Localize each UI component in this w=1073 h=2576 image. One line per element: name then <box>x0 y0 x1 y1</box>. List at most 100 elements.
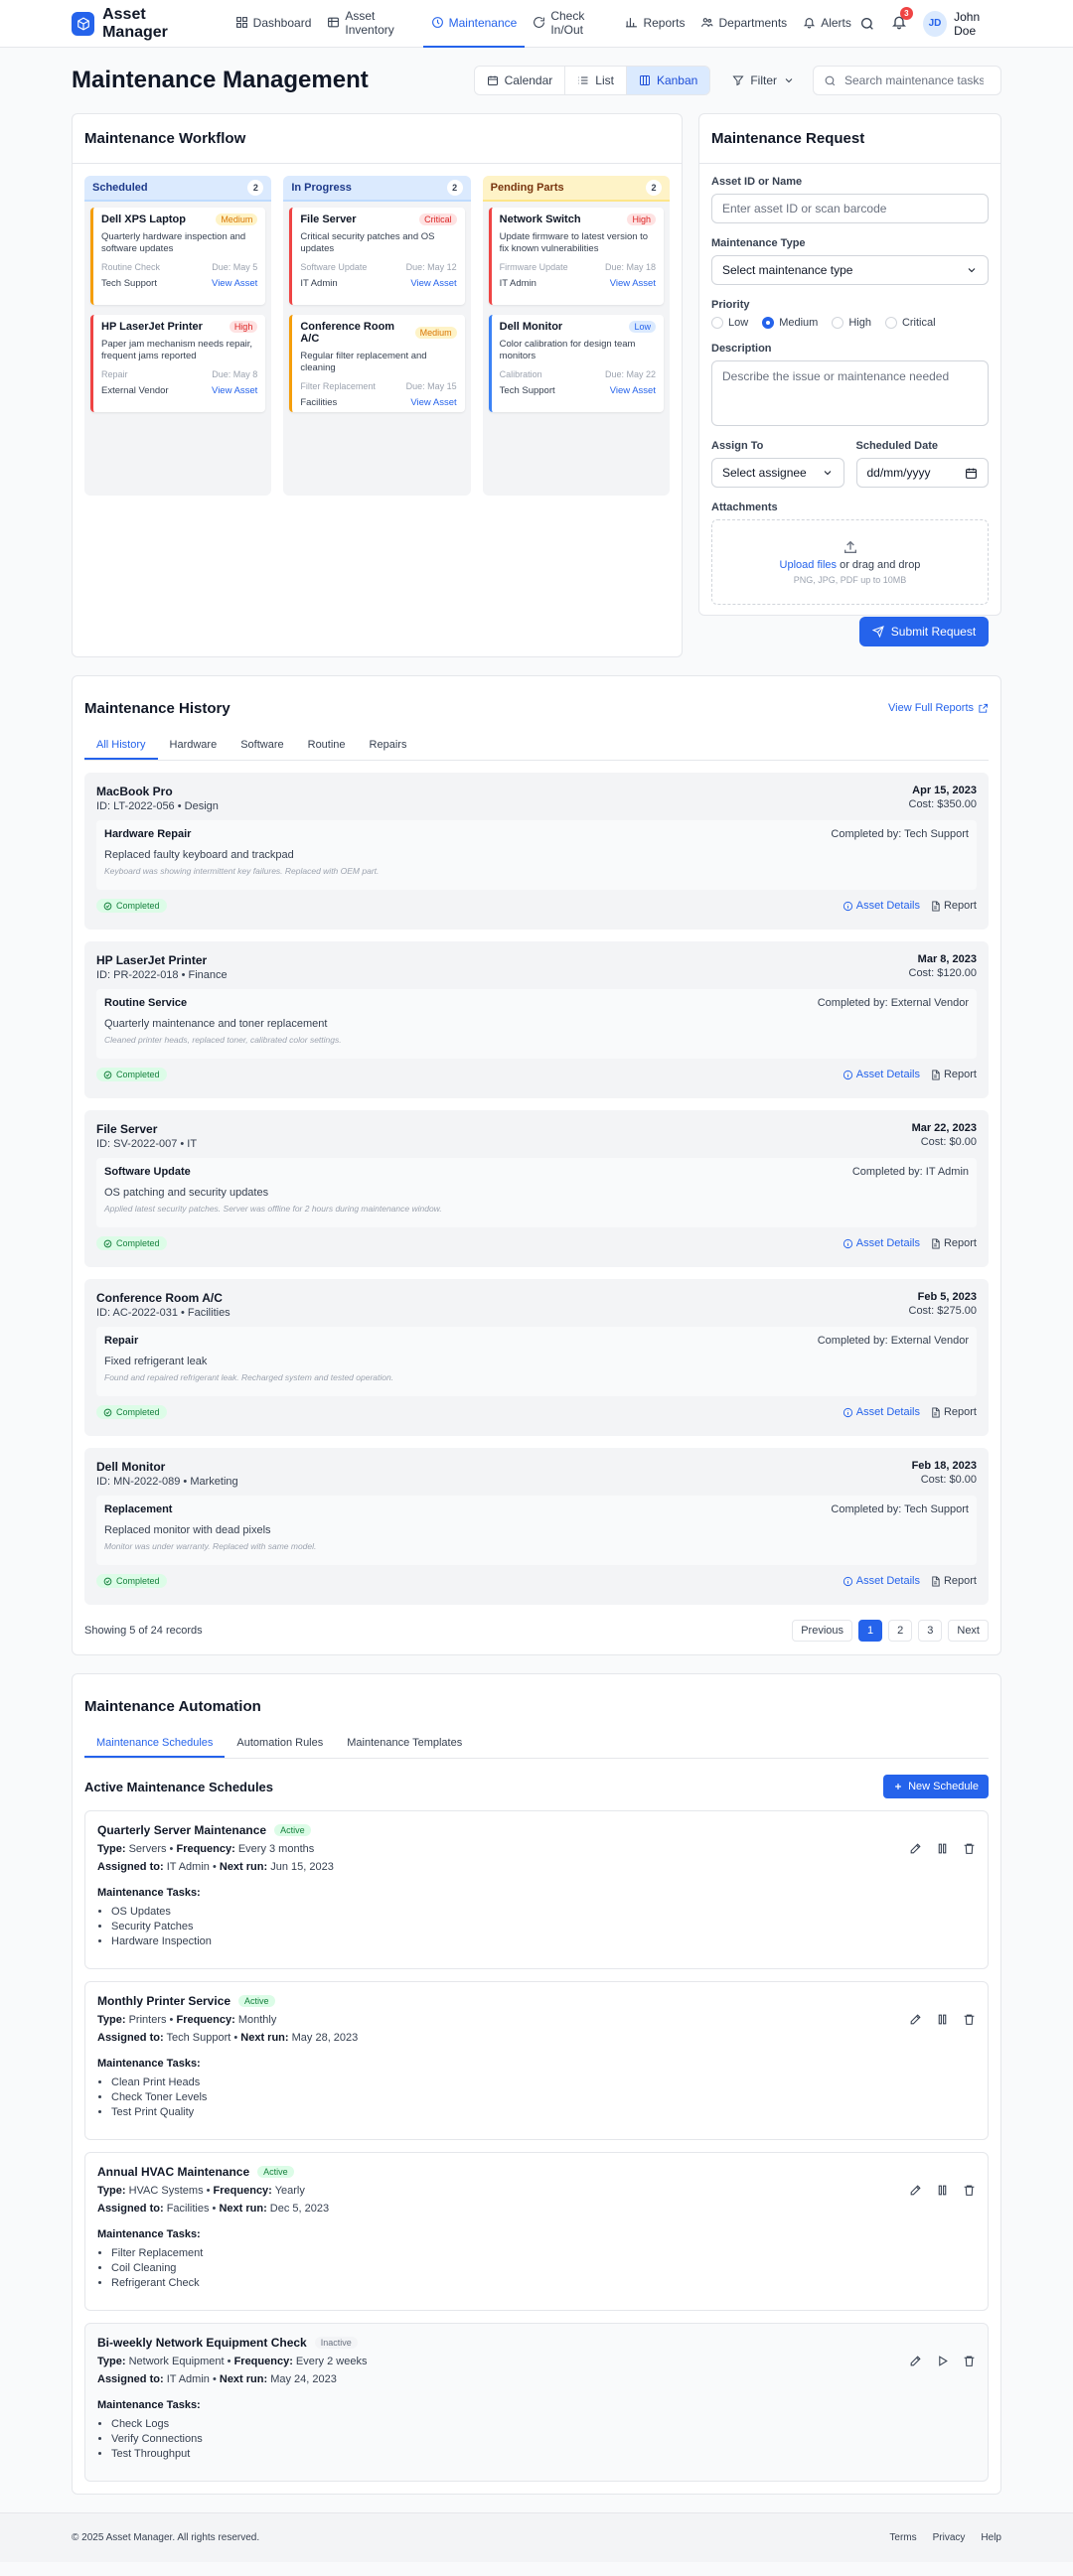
nav-label: Dashboard <box>252 15 312 30</box>
page-button-1[interactable]: 1 <box>858 1620 883 1642</box>
asset-id-input[interactable]: Enter asset ID or scan barcode <box>711 194 989 223</box>
report-link[interactable]: Report <box>930 1406 977 1418</box>
upload-files-link[interactable]: Upload files <box>780 559 837 571</box>
page-button-3[interactable]: 3 <box>918 1620 943 1642</box>
trash-icon[interactable] <box>963 2336 976 2385</box>
priority-radio-high[interactable]: High <box>832 317 871 329</box>
footer-link-terms[interactable]: Terms <box>889 2532 916 2543</box>
kanban-card[interactable]: Network Switch High Update firmware to la… <box>488 208 664 305</box>
filter-icon <box>732 74 744 86</box>
history-note: Cleaned printer heads, replaced toner, c… <box>104 1035 342 1045</box>
history-item: MacBook Pro ID: LT-2022-056 • Design Apr 1… <box>84 773 989 930</box>
submit-request-button[interactable]: Submit Request <box>859 617 989 646</box>
view-asset-link[interactable]: View Asset <box>212 385 257 396</box>
schedule-status-badge: Active <box>238 1995 275 2007</box>
tab-all-history[interactable]: All History <box>84 732 158 760</box>
view-asset-link[interactable]: View Asset <box>212 278 257 289</box>
report-link[interactable]: Report <box>930 1069 977 1080</box>
tab-hardware[interactable]: Hardware <box>158 732 230 760</box>
kanban-card[interactable]: HP LaserJet Printer High Paper jam mechan… <box>90 315 266 412</box>
tab-software[interactable]: Software <box>229 732 295 760</box>
kanban-card[interactable]: File Server Critical Critical security pa… <box>289 208 465 305</box>
play-icon[interactable] <box>936 2336 949 2385</box>
file-dropzone[interactable]: Upload files or drag and drop PNG, JPG, … <box>711 519 989 605</box>
tab-automation-rules[interactable]: Automation Rules <box>225 1730 335 1758</box>
filter-button[interactable]: Filter <box>722 66 805 95</box>
priority-radio-low[interactable]: Low <box>711 317 748 329</box>
asset-details-link[interactable]: Asset Details <box>843 900 920 912</box>
type-label: Maintenance Type <box>711 237 806 249</box>
view-calendar-button[interactable]: Calendar <box>474 67 566 94</box>
trash-icon[interactable] <box>963 2165 976 2215</box>
assignee-select[interactable]: Select assignee <box>711 458 844 488</box>
app-logo[interactable]: Asset Manager <box>72 6 212 42</box>
notifications-button[interactable]: 3 <box>891 7 913 33</box>
user-menu[interactable]: JD John Doe <box>922 10 1001 38</box>
history-date: Mar 22, 2023 <box>911 1122 977 1134</box>
nav-alerts[interactable]: Alerts <box>795 0 859 48</box>
footer-link-privacy[interactable]: Privacy <box>933 2532 966 2543</box>
copyright: © 2025 Asset Manager. All rights reserve… <box>72 2532 260 2543</box>
search-input[interactable] <box>844 73 984 87</box>
new-schedule-button[interactable]: New Schedule <box>883 1775 989 1798</box>
card-description: Update firmware to latest version to fix… <box>499 231 649 254</box>
priority-radio-group: Low Medium High Critical <box>711 317 989 329</box>
nav-asset-inventory[interactable]: Asset Inventory <box>319 0 422 48</box>
view-list-button[interactable]: List <box>565 67 627 94</box>
pause-icon[interactable] <box>936 2165 949 2215</box>
kanban-card[interactable]: Conference Room A/C Medium Regular filter… <box>289 315 465 412</box>
asset-details-link[interactable]: Asset Details <box>843 1575 920 1587</box>
edit-icon[interactable] <box>909 1994 922 2044</box>
tab-routine[interactable]: Routine <box>296 732 358 760</box>
maintenance-type-select[interactable]: Select maintenance type <box>711 255 989 285</box>
trash-icon[interactable] <box>963 1994 976 2044</box>
report-link[interactable]: Report <box>930 900 977 912</box>
asset-details-label: Asset Details <box>855 1406 920 1418</box>
scheduled-date-input[interactable]: dd/mm/yyyy <box>855 458 989 488</box>
priority-radio-critical[interactable]: Critical <box>884 317 936 329</box>
records-count: Showing 5 of 24 records <box>84 1625 203 1637</box>
history-note: Applied latest security patches. Server … <box>104 1204 442 1214</box>
tab-repairs[interactable]: Repairs <box>358 732 419 760</box>
view-full-reports-link[interactable]: View Full Reports <box>888 702 989 714</box>
edit-icon[interactable] <box>909 2165 922 2215</box>
frequency-label: Frequency: <box>176 2014 235 2026</box>
search-icon[interactable] <box>859 16 875 32</box>
footer-link-help[interactable]: Help <box>981 2532 1001 2543</box>
trash-icon[interactable] <box>963 1823 976 1873</box>
tab-maintenance-schedules[interactable]: Maintenance Schedules <box>84 1730 226 1758</box>
previous-page-button[interactable]: Previous <box>792 1620 852 1642</box>
task-list: Filter ReplacementCoil CleaningRefrigera… <box>97 2246 976 2291</box>
kanban-card[interactable]: Dell Monitor Low Color calibration for de… <box>488 315 664 412</box>
next-page-button[interactable]: Next <box>948 1620 989 1642</box>
column-count: 2 <box>645 180 662 196</box>
view-kanban-button[interactable]: Kanban <box>626 67 710 94</box>
tab-maintenance-templates[interactable]: Maintenance Templates <box>335 1730 474 1758</box>
pause-icon[interactable] <box>936 1823 949 1873</box>
history-tabs: All History Hardware Software Routine Re… <box>84 732 989 761</box>
pause-icon[interactable] <box>936 1994 949 2044</box>
nav-dashboard[interactable]: Dashboard <box>228 0 320 48</box>
page-button-2[interactable]: 2 <box>888 1620 913 1642</box>
asset-details-link[interactable]: Asset Details <box>843 1406 920 1418</box>
view-asset-link[interactable]: View Asset <box>610 385 656 396</box>
asset-details-link[interactable]: Asset Details <box>843 1069 920 1080</box>
kanban-card[interactable]: Dell XPS Laptop Medium Quarterly hardware… <box>90 208 266 305</box>
asset-details-link[interactable]: Asset Details <box>843 1237 920 1249</box>
report-link[interactable]: Report <box>930 1575 977 1587</box>
card-type: Software Update <box>300 262 368 272</box>
view-asset-link[interactable]: View Asset <box>410 397 456 408</box>
priority-radio-medium[interactable]: Medium <box>762 317 818 329</box>
view-asset-link[interactable]: View Asset <box>610 278 656 289</box>
view-asset-link[interactable]: View Asset <box>410 278 456 289</box>
edit-icon[interactable] <box>909 2336 922 2385</box>
edit-icon[interactable] <box>909 1823 922 1873</box>
nav-maintenance[interactable]: Maintenance <box>422 0 526 48</box>
select-value: Select maintenance type <box>722 263 853 277</box>
description-textarea[interactable]: Describe the issue or maintenance needed <box>711 360 989 426</box>
report-link[interactable]: Report <box>930 1237 977 1249</box>
list-icon <box>577 74 589 86</box>
nav-reports[interactable]: Reports <box>617 0 692 48</box>
nav-departments[interactable]: Departments <box>692 0 795 48</box>
nav-check-in-out[interactable]: Check In/Out <box>525 0 617 48</box>
